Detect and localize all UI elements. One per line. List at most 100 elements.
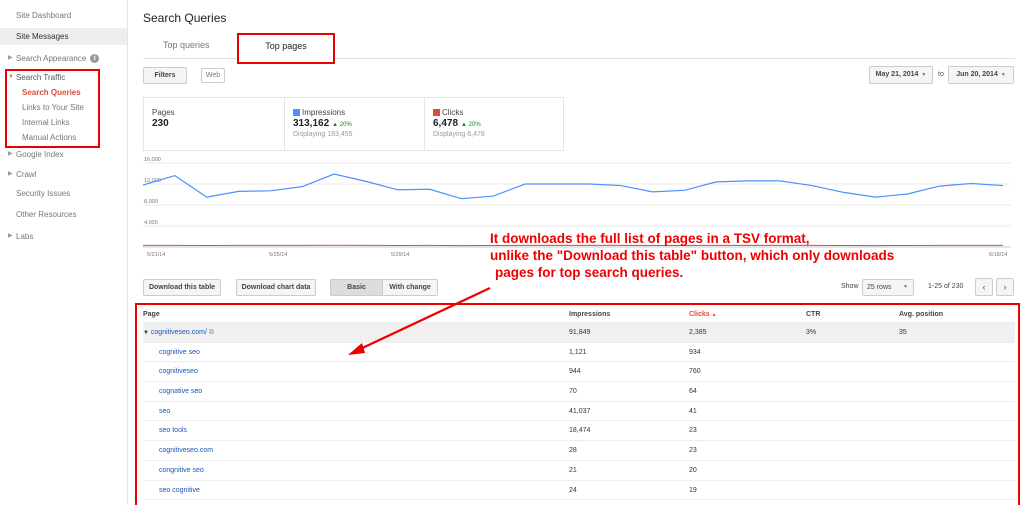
col-header-ctr[interactable]: CTR [806, 306, 820, 323]
metric-sub: Displaying 183,455 [293, 131, 353, 138]
rows-per-page-select[interactable]: 25 rows ▼ [862, 279, 914, 296]
annotation-arrow [348, 287, 491, 355]
cell-clicks: 23 [689, 427, 697, 435]
cell-impressions: 70 [569, 388, 577, 396]
cell-clicks: 20 [689, 466, 697, 474]
date-from-button[interactable]: May 21, 2014 ▼ [869, 66, 933, 84]
table-row: seo tools 18,474 23 [143, 421, 1015, 442]
table-row: cognitive seo 1,121 934 [143, 343, 1015, 363]
metric-change: 20% [468, 122, 481, 128]
web-filter-chip[interactable]: Web [201, 68, 225, 83]
impressions-color-swatch [293, 109, 300, 116]
query-link[interactable]: seo cognitive [159, 487, 200, 494]
caret-down-icon: ▼ [1000, 72, 1006, 78]
caret-down-icon: ▼ [903, 284, 908, 290]
cell-impressions: 944 [569, 368, 581, 376]
chevron-right-icon: ▶ [8, 233, 13, 239]
x-tick-label: 5/21/14 [147, 252, 165, 258]
cell-clicks: 64 [689, 388, 697, 396]
cell-impressions: 91,849 [569, 329, 591, 336]
page-title: Search Queries [143, 11, 227, 25]
pages-table: Page Impressions Clicks ▲ CTR Avg. posit… [143, 306, 1015, 501]
sidebar-item-dashboard[interactable]: Site Dashboard [0, 7, 127, 24]
sidebar-item-appearance[interactable]: ▶ Search Appearance i [0, 50, 127, 67]
y-tick-label: 4,000 [144, 220, 158, 226]
download-chart-data-button[interactable]: Download chart data [236, 279, 316, 296]
col-header-page[interactable]: Page [143, 306, 160, 323]
cell-clicks: 23 [689, 447, 697, 455]
col-header-clicks[interactable]: Clicks ▲ [689, 306, 717, 324]
sidebar-item-messages[interactable]: Site Messages [0, 28, 127, 45]
date-to-value: Jun 20, 2014 [956, 71, 998, 78]
tab-label: Top pages [265, 41, 307, 51]
annotation-line: pages for top search queries. [495, 265, 684, 280]
series-line-impressions [143, 173, 1004, 200]
sidebar-item-label: Search Appearance [16, 54, 87, 63]
sidebar-item-other[interactable]: Other Resources [0, 206, 127, 223]
chevron-right-icon: ▶ [8, 55, 13, 61]
sidebar-item-google-index[interactable]: ▶ Google Index [0, 146, 127, 163]
cell-clicks: 41 [689, 407, 697, 415]
cell-impressions: 18,474 [569, 427, 591, 435]
arrow-up-icon: ▲ [332, 122, 339, 128]
col-header-position[interactable]: Avg. position [899, 306, 943, 323]
sidebar-item-label: Labs [16, 232, 34, 241]
cell-position: 35 [899, 329, 907, 336]
y-tick-label: 16,000 [144, 157, 161, 163]
query-link[interactable]: cognitive seo [159, 349, 200, 356]
pagination-range: 1-25 of 230 [928, 283, 964, 290]
date-to-button[interactable]: Jun 20, 2014 ▼ [948, 66, 1014, 84]
table-body: cognitive seo 1,121 934 cognitiveseo 944 760 c… [143, 343, 1015, 501]
cell-clicks: 2,385 [689, 329, 707, 336]
query-link[interactable]: seo [159, 408, 170, 415]
metric-label: Impressions [302, 108, 346, 117]
next-page-button[interactable]: › [996, 278, 1014, 296]
metric-change: 20% [339, 122, 352, 128]
table-row-parent: ▼ cognitiveseo.com/ ⧉ 91,849 2,385 3% 35 [143, 323, 1015, 343]
table-row: congnitive seo 21 20 [143, 461, 1015, 481]
tab-top-queries[interactable]: Top queries [163, 40, 210, 50]
chevron-left-icon: ‹ [982, 282, 986, 292]
chevron-right-icon: › [1003, 282, 1007, 292]
chevron-right-icon: ▶ [8, 171, 13, 177]
cell-clicks: 19 [689, 486, 697, 494]
show-label: Show [841, 283, 859, 290]
page-link[interactable]: cognitiveseo.com/ [151, 329, 207, 336]
filters-button[interactable]: Filters [143, 67, 187, 84]
table-row: cognitiveseo.com 28 23 [143, 441, 1015, 461]
cell-impressions: 1,121 [569, 348, 587, 356]
metric-card-clicks[interactable]: Clicks 6,478 ▲ 20% Displaying 6,478 [424, 97, 564, 151]
sidebar-item-labs[interactable]: ▶ Labs [0, 228, 127, 245]
query-link[interactable]: cognitiveseo.com [159, 447, 213, 454]
cell-impressions: 41,037 [569, 407, 591, 415]
metric-card-impressions[interactable]: Impressions 313,162 ▲ 20% Displaying 183,… [284, 97, 425, 151]
query-link[interactable]: seo tools [159, 427, 187, 434]
query-link[interactable]: cognative seo [159, 388, 202, 395]
sidebar-item-security[interactable]: Security Issues [0, 185, 127, 202]
download-table-button[interactable]: Download this table [143, 279, 221, 296]
query-link[interactable]: congnitive seo [159, 467, 204, 474]
tab-top-pages[interactable]: Top pages [237, 33, 335, 64]
caret-down-icon: ▼ [921, 72, 927, 78]
annotation-highlight-box [5, 69, 100, 148]
metric-label: Clicks [442, 108, 464, 117]
expand-toggle-icon[interactable]: ▼ [143, 330, 149, 336]
query-link[interactable]: cognitiveseo [159, 368, 198, 375]
metric-value: 6,478 [433, 118, 459, 129]
col-header-impressions[interactable]: Impressions [569, 306, 610, 323]
metric-value: 230 [152, 118, 169, 129]
sidebar-item-label: Crawl [16, 170, 37, 179]
annotation-line: It downloads the full list of pages in a… [490, 231, 810, 246]
sidebar-item-crawl[interactable]: ▶ Crawl [0, 166, 127, 183]
external-link-icon[interactable]: ⧉ [209, 329, 214, 336]
cell-ctr: 3% [806, 329, 817, 336]
cell-impressions: 24 [569, 486, 577, 494]
sidebar: Site Dashboard Site Messages ▶ Search App… [0, 0, 128, 505]
info-icon[interactable]: i [90, 54, 100, 64]
annotation-line: unlike the "Download this table" button,… [490, 248, 895, 263]
sidebar-item-label: Google Index [16, 150, 64, 159]
x-tick-label: 5/25/14 [269, 252, 287, 258]
date-from-label: May 21, 2014 [875, 71, 919, 78]
metric-card-pages[interactable]: Pages 230 [143, 97, 285, 151]
x-tick-label: 5/29/14 [391, 252, 409, 258]
